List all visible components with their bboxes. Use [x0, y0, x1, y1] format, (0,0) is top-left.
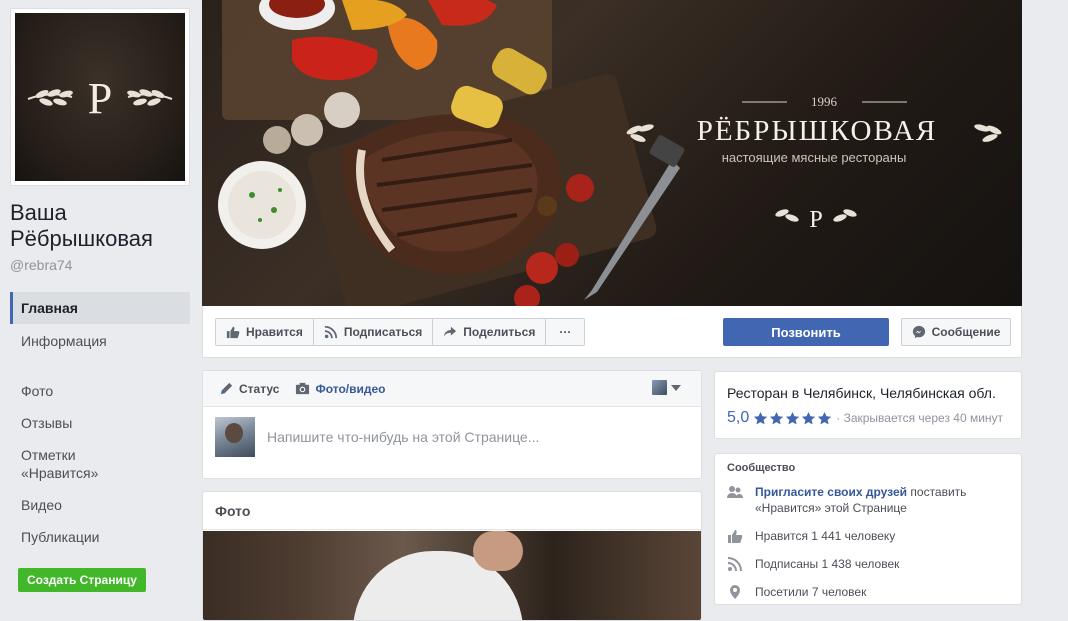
- nav-item-photos[interactable]: Фото: [10, 382, 190, 400]
- logo-image: P: [15, 13, 185, 181]
- community-card: Сообщество Пригласите своих друзей поста…: [714, 453, 1022, 605]
- call-button[interactable]: Позвонить: [723, 318, 889, 346]
- like-button[interactable]: Нравится: [216, 319, 314, 345]
- tab-photo-video[interactable]: Фото/видео: [295, 381, 385, 396]
- star-icon: [786, 411, 800, 424]
- pencil-icon: [220, 382, 233, 395]
- rss-icon: [727, 557, 742, 572]
- cover-photo[interactable]: 1996 РЁБРЫШКОВАЯ настоящие мясные рестор…: [202, 0, 1022, 306]
- opening-hours-status: · Закрывается через 40 минут: [836, 411, 1004, 425]
- location-pin-icon: [730, 585, 740, 599]
- chevron-down-icon: [671, 384, 681, 391]
- like-label: Нравится: [246, 325, 303, 339]
- invite-people-icon: [727, 486, 743, 498]
- nav-item-reviews[interactable]: Отзывы: [10, 414, 190, 432]
- star-icon: [818, 411, 832, 424]
- post-input[interactable]: Напишите что-нибудь на этой Странице...: [267, 429, 539, 445]
- page-category[interactable]: Ресторан в Челябинск, Челябинская обл.: [727, 384, 1009, 402]
- photos-title[interactable]: Фото: [203, 492, 701, 530]
- laurel-logo-icon: P: [27, 74, 173, 123]
- nav-item-posts[interactable]: Публикации: [10, 528, 190, 546]
- community-title[interactable]: Сообщество: [727, 462, 1009, 474]
- thumbs-up-icon: [226, 326, 240, 339]
- page-navigation: Главная Информация Фото Отзывы Отметки «…: [10, 292, 190, 546]
- star-icon: [754, 411, 768, 424]
- cover-logo-letter: P: [809, 207, 822, 233]
- nav-item-videos[interactable]: Видео: [10, 496, 190, 514]
- follow-label: Подписаться: [343, 325, 423, 339]
- cover-brand: РЁБРЫШКОВАЯ: [697, 115, 938, 147]
- check-ins-row: Посетили 7 человек: [727, 584, 1009, 600]
- message-label: Сообщение: [931, 325, 1001, 339]
- star-icon: [802, 411, 816, 424]
- tab-status[interactable]: Статус: [219, 381, 279, 396]
- nav-item-home[interactable]: Главная: [10, 292, 190, 324]
- followers-row: Подписаны 1 438 человек: [727, 556, 1009, 572]
- cover-image: 1996 РЁБРЫШКОВАЯ настоящие мясные рестор…: [218, 0, 1002, 306]
- rating-value[interactable]: 5,0: [727, 409, 749, 427]
- nav-item-info[interactable]: Информация: [10, 332, 115, 370]
- photo-thumbnail[interactable]: [203, 531, 701, 620]
- cover-tagline: настоящие мясные рестораны: [722, 150, 907, 165]
- cover-year: 1996: [811, 94, 838, 109]
- follow-button[interactable]: Подписаться: [314, 319, 434, 345]
- photos-card: Фото: [202, 491, 702, 621]
- avatar: [215, 417, 255, 457]
- tab-status-label: Статус: [239, 381, 280, 396]
- composer-input-area[interactable]: Напишите что-нибудь на этой Странице...: [203, 407, 701, 467]
- page-username[interactable]: @rebra74: [10, 257, 72, 273]
- avatar: [652, 380, 667, 395]
- composer-tabs: Статус Фото/видео: [203, 371, 701, 407]
- page-actions-bar: Нравится Подписаться Поделиться ··· Позв…: [202, 306, 1022, 358]
- message-button[interactable]: Сообщение: [901, 318, 1011, 346]
- rss-icon: [324, 325, 337, 339]
- likes-count[interactable]: Нравится 1 441 человеку: [755, 528, 895, 544]
- followers-count[interactable]: Подписаны 1 438 человек: [755, 556, 899, 572]
- share-label: Поделиться: [463, 325, 536, 339]
- page-title[interactable]: Ваша Рёбрышковая: [10, 200, 190, 252]
- rating-stars[interactable]: [753, 411, 832, 426]
- about-card: Ресторан в Челябинск, Челябинская обл. 5…: [714, 371, 1022, 439]
- nav-item-likes[interactable]: Отметки «Нравится»: [10, 446, 110, 482]
- messenger-icon: [912, 325, 925, 339]
- page-profile-picture[interactable]: P: [10, 8, 190, 186]
- post-composer: Статус Фото/видео Напишите что-нибудь на…: [202, 370, 702, 479]
- photo-arm-shape: [473, 531, 523, 571]
- create-page-button[interactable]: Создать Страницу: [18, 568, 146, 592]
- share-arrow-icon: [444, 326, 457, 337]
- share-button[interactable]: Поделиться: [433, 319, 547, 345]
- more-options-button[interactable]: ···: [546, 319, 584, 345]
- rating-row: 5,0 · Закрывается через 40 минут: [727, 409, 1009, 427]
- svg-text:P: P: [88, 74, 112, 123]
- check-ins-count[interactable]: Посетили 7 человек: [755, 584, 866, 600]
- thumbs-up-icon: [728, 530, 743, 543]
- star-icon: [770, 411, 784, 424]
- post-as-selector[interactable]: [652, 380, 681, 395]
- likes-row: Нравится 1 441 человеку: [727, 528, 1009, 544]
- action-button-group: Нравится Подписаться Поделиться ···: [215, 318, 586, 346]
- invite-friends-link[interactable]: Пригласите своих друзей: [755, 485, 907, 499]
- tab-photo-label: Фото/видео: [315, 381, 386, 396]
- invite-friends-row: Пригласите своих друзей поставить «Нрави…: [727, 484, 1009, 516]
- camera-icon: [296, 382, 310, 395]
